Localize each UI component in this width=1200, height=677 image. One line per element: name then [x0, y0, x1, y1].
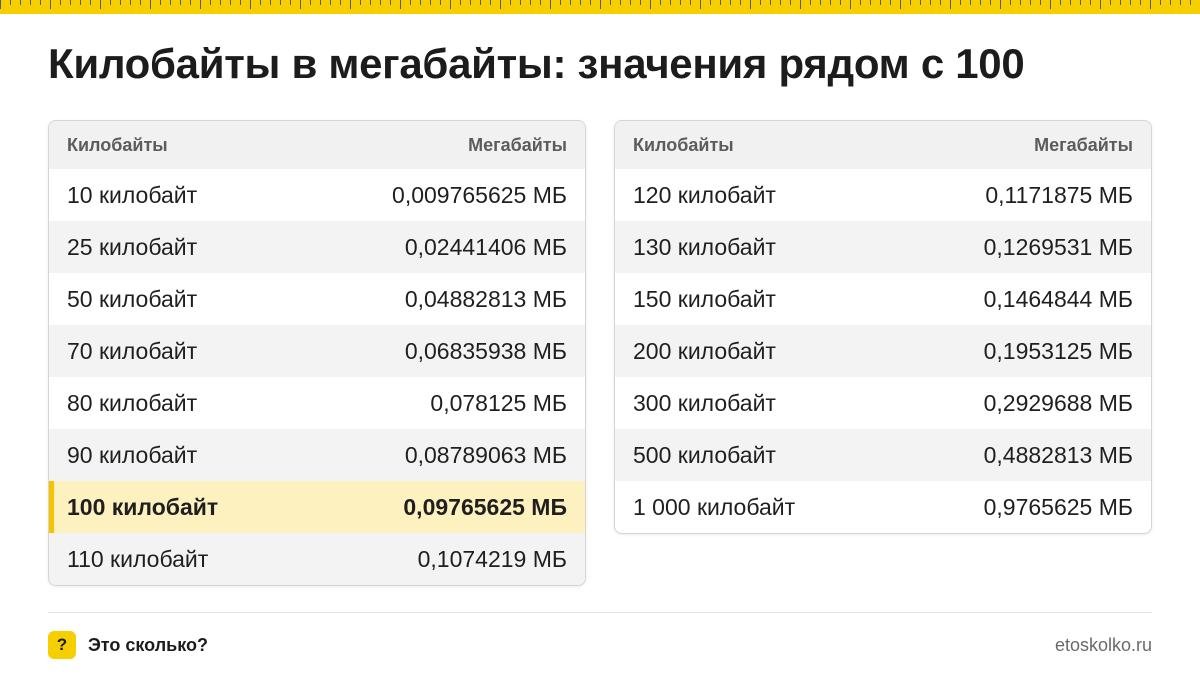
ruler-strip — [0, 0, 1200, 14]
cell-kilobytes: 90 килобайт — [67, 441, 198, 468]
cell-kilobytes: 70 килобайт — [67, 337, 198, 364]
cell-megabytes: 0,2929688 МБ — [983, 389, 1133, 416]
cell-kilobytes: 1 000 килобайт — [633, 493, 796, 520]
table-body: 10 килобайт 0,009765625 МБ 25 килобайт 0… — [49, 169, 585, 585]
cell-megabytes: 0,009765625 МБ — [392, 181, 567, 208]
cell-kilobytes: 50 килобайт — [67, 285, 198, 312]
cell-kilobytes: 500 килобайт — [633, 441, 776, 468]
cell-megabytes: 0,06835938 МБ — [404, 337, 567, 364]
cell-megabytes: 0,09765625 МБ — [403, 493, 567, 520]
table-row: 90 килобайт 0,08789063 МБ — [49, 429, 585, 481]
table-row: 150 килобайт 0,1464844 МБ — [615, 273, 1151, 325]
cell-kilobytes: 130 килобайт — [633, 233, 776, 260]
site-url[interactable]: etoskolko.ru — [1055, 635, 1152, 656]
cell-megabytes: 0,9765625 МБ — [983, 493, 1133, 520]
header-kilobytes: Килобайты — [633, 134, 734, 155]
table-header: Килобайты Мегабайты — [49, 121, 585, 169]
cell-kilobytes: 25 килобайт — [67, 233, 198, 260]
cell-megabytes: 0,1074219 МБ — [417, 545, 567, 572]
question-icon: ? — [48, 631, 76, 659]
cell-megabytes: 0,08789063 МБ — [404, 441, 567, 468]
table-row: 130 килобайт 0,1269531 МБ — [615, 221, 1151, 273]
cell-megabytes: 0,1269531 МБ — [983, 233, 1133, 260]
cell-megabytes: 0,1464844 МБ — [983, 285, 1133, 312]
table-row: 500 килобайт 0,4882813 МБ — [615, 429, 1151, 481]
table-row: 300 килобайт 0,2929688 МБ — [615, 377, 1151, 429]
cell-kilobytes: 10 килобайт — [67, 181, 198, 208]
table-row: 1 000 килобайт 0,9765625 МБ — [615, 481, 1151, 533]
table-row: 10 килобайт 0,009765625 МБ — [49, 169, 585, 221]
table-row: 120 килобайт 0,1171875 МБ — [615, 169, 1151, 221]
table-row: 110 килобайт 0,1074219 МБ — [49, 533, 585, 585]
header-megabytes: Мегабайты — [1034, 134, 1133, 155]
question-glyph: ? — [56, 635, 68, 654]
page-title: Килобайты в мегабайты: значения рядом с … — [48, 40, 1025, 87]
table-row: 50 килобайт 0,04882813 МБ — [49, 273, 585, 325]
table-row: 200 килобайт 0,1953125 МБ — [615, 325, 1151, 377]
cell-kilobytes: 200 килобайт — [633, 337, 776, 364]
conversion-table-left: Килобайты Мегабайты 10 килобайт 0,009765… — [48, 120, 586, 586]
cell-megabytes: 0,04882813 МБ — [404, 285, 567, 312]
cell-megabytes: 0,02441406 МБ — [404, 233, 567, 260]
footer-divider — [48, 612, 1152, 613]
cell-megabytes: 0,1171875 МБ — [985, 181, 1133, 208]
cell-kilobytes: 80 килобайт — [67, 389, 198, 416]
brand-name: Это сколько? — [88, 635, 208, 655]
cell-kilobytes: 120 килобайт — [633, 181, 776, 208]
table-row: 80 килобайт 0,078125 МБ — [49, 377, 585, 429]
header-kilobytes: Килобайты — [67, 134, 168, 155]
table-row-highlighted: 100 килобайт 0,09765625 МБ — [49, 481, 585, 533]
cell-megabytes: 0,078125 МБ — [430, 389, 567, 416]
conversion-table-right: Килобайты Мегабайты 120 килобайт 0,11718… — [614, 120, 1152, 534]
cell-megabytes: 0,1953125 МБ — [983, 337, 1133, 364]
table-header: Килобайты Мегабайты — [615, 121, 1151, 169]
table-row: 25 килобайт 0,02441406 МБ — [49, 221, 585, 273]
table-row: 70 килобайт 0,06835938 МБ — [49, 325, 585, 377]
cell-kilobytes: 100 килобайт — [67, 493, 219, 520]
table-body: 120 килобайт 0,1171875 МБ 130 килобайт 0… — [615, 169, 1151, 533]
cell-kilobytes: 150 килобайт — [633, 285, 776, 312]
header-megabytes: Мегабайты — [468, 134, 567, 155]
cell-kilobytes: 110 килобайт — [67, 545, 209, 572]
cell-megabytes: 0,4882813 МБ — [983, 441, 1133, 468]
cell-kilobytes: 300 килобайт — [633, 389, 776, 416]
